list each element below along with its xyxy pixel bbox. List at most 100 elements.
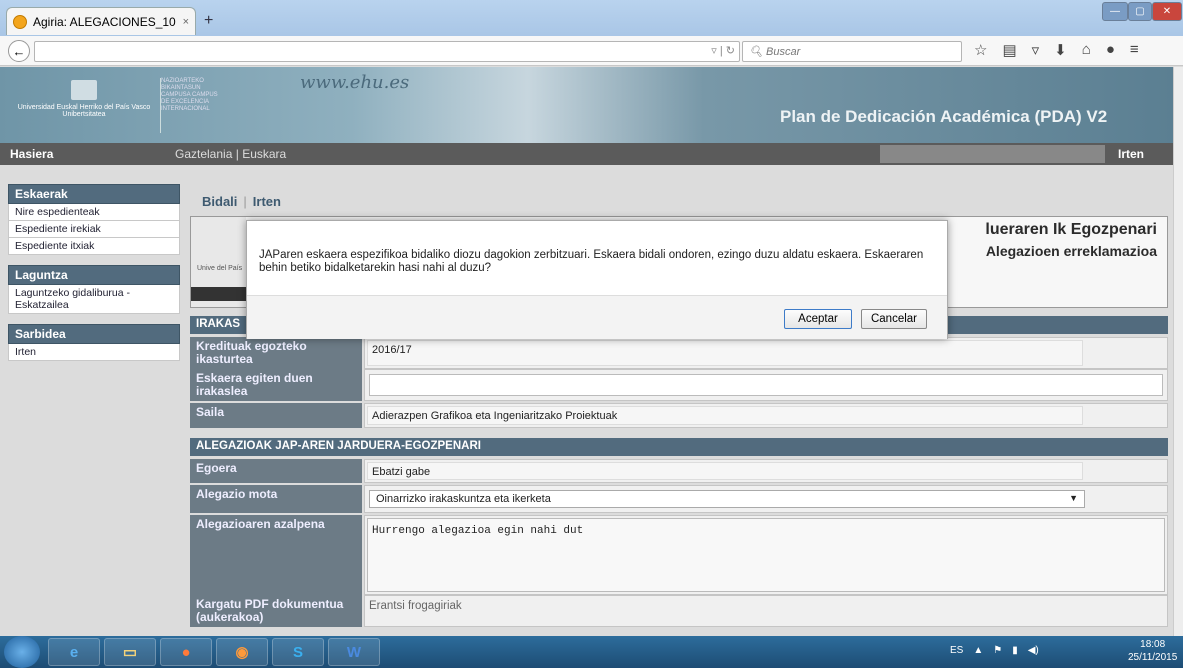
lang-eu-link[interactable]: Euskara — [242, 147, 286, 161]
label-egoera: Egoera — [190, 459, 362, 483]
value-saila: Adierazpen Grafikoa eta Ingeniaritzako P… — [364, 403, 1168, 428]
exit-link[interactable]: Irten — [253, 194, 281, 209]
browser-toolbar: ☆ ▤ ▿ ⬇ ⌂ ● ≡ — [974, 41, 1139, 59]
start-button[interactable] — [4, 636, 40, 668]
value-ikasturtea: 2016/17 — [364, 337, 1168, 369]
label-saila: Saila — [190, 403, 362, 428]
action-links: Bidali | Irten — [202, 194, 281, 209]
sidebar: Eskaerak Nire espedienteak Espediente ir… — [8, 184, 180, 361]
system-tray: ES ▲ ⚑ ▮ ◀) — [950, 645, 1039, 656]
back-button[interactable]: ← — [8, 40, 30, 62]
firefox-icon[interactable]: ◉ — [216, 638, 268, 666]
app-title: Plan de Dedicación Académica (PDA) V2 — [780, 107, 1108, 126]
user-name-box — [880, 145, 1105, 163]
new-tab-button[interactable]: + — [204, 12, 213, 30]
value-azalpena: Hurrengo alegazioa egin nahi dut — [364, 515, 1168, 595]
www-text: www.ehu.es — [300, 72, 410, 93]
azalpena-textarea[interactable]: Hurrengo alegazioa egin nahi dut — [367, 518, 1165, 592]
panel-logo-text: Unive del País — [197, 265, 243, 272]
alegazio-mota-selected: Oinarrizko irakaskuntza eta ikerketa — [376, 493, 551, 505]
logo-text: Universidad Euskal Herriko del País Vasc… — [17, 104, 151, 118]
download-icon[interactable]: ⬇ — [1054, 41, 1067, 59]
close-window-button[interactable]: ✕ — [1152, 2, 1182, 21]
clock-date: 25/11/2015 — [1128, 652, 1178, 663]
pocket-icon[interactable]: ▿ — [1032, 41, 1040, 59]
home-icon[interactable]: ⌂ — [1082, 41, 1091, 59]
language-indicator[interactable]: ES — [950, 645, 963, 656]
panel-logo-bar — [191, 287, 246, 301]
minimize-button[interactable]: — — [1102, 2, 1128, 21]
network-icon[interactable]: ▮ — [1012, 645, 1018, 656]
search-input[interactable]: 🔍︎ Buscar — [742, 41, 962, 62]
panel-logo: Unive del País — [191, 217, 246, 307]
value-pdf: Erantsi frogagiriak — [364, 595, 1168, 627]
dialog-message: JAParen eskaera espezifikoa bidaliko dio… — [259, 249, 924, 274]
ikasturtea-text: 2016/17 — [367, 340, 1083, 366]
tray-arrow-icon[interactable]: ▲ — [973, 645, 983, 656]
saila-text: Adierazpen Grafikoa eta Ingeniaritzako P… — [367, 406, 1083, 425]
document-subtitle: Alegazioen erreklamazioa — [985, 243, 1157, 259]
search-placeholder: Buscar — [766, 46, 801, 58]
browser-tab[interactable]: Agiria: ALEGACIONES_10 - ... × — [6, 7, 196, 35]
volume-icon[interactable]: ◀) — [1028, 645, 1039, 656]
section-alegazioak: ALEGAZIOAK JAP-AREN JARDUERA-EGOZPENARI — [190, 438, 1168, 456]
label-alegazio-mota: Alegazio mota — [190, 485, 362, 513]
chevron-down-icon: ▼ — [1069, 493, 1078, 503]
tab-close-icon[interactable]: × — [183, 16, 189, 28]
sidebar-item-espediente-itxiak[interactable]: Espediente itxiak — [8, 238, 180, 255]
value-irakaslea — [364, 369, 1168, 401]
sidebar-item-espediente-irekiak[interactable]: Espediente irekiak — [8, 221, 180, 238]
egoera-text: Ebatzi gabe — [367, 462, 1083, 480]
windows-taskbar: e ▭ ● ◉ S W ES ▲ ⚑ ▮ ◀) 18:08 25/11/2015 — [0, 636, 1183, 668]
skype-icon[interactable]: S — [272, 638, 324, 666]
menu-home[interactable]: Hasiera — [10, 147, 53, 161]
document-title: lueraren Ik Egozpenari — [985, 221, 1157, 238]
language-switch: Gaztelania | Euskara — [175, 147, 286, 161]
label-pdf: Kargatu PDF dokumentua (aukerakoa) — [190, 595, 362, 627]
clock[interactable]: 18:08 25/11/2015 — [1128, 638, 1177, 664]
sidebar-section-eskaerak: Eskaerak — [8, 184, 180, 204]
file-explorer-icon[interactable]: ▭ — [104, 638, 156, 666]
outlook-icon[interactable]: ● — [160, 638, 212, 666]
menu-logout[interactable]: Irten — [1118, 147, 1144, 161]
action-separator: | — [243, 194, 247, 209]
alegazio-mota-select[interactable]: Oinarrizko irakaskuntza eta ikerketa ▼ — [369, 490, 1085, 508]
attach-proof-link[interactable]: Erantsi frogagiriak — [369, 600, 462, 612]
bookmark-star-icon[interactable]: ☆ — [974, 41, 987, 59]
top-menu: Hasiera Gaztelania | Euskara Irten — [0, 143, 1173, 165]
internet-explorer-icon[interactable]: e — [48, 638, 100, 666]
irakaslea-text — [369, 374, 1163, 396]
label-ikasturtea: Kredituak egozteko ikasturtea — [190, 337, 362, 369]
sidebar-section-sarbidea: Sarbidea — [8, 324, 180, 344]
confirm-dialog: JAParen eskaera espezifikoa bidaliko dio… — [246, 220, 948, 339]
sidebar-item-gidaliburua[interactable]: Laguntzeko gidaliburua - Eskatzailea — [8, 285, 180, 314]
accept-button[interactable]: Aceptar — [784, 309, 852, 329]
hamburger-menu-icon[interactable]: ≡ — [1130, 41, 1139, 59]
maximize-button[interactable]: ▢ — [1128, 2, 1152, 21]
label-azalpena: Alegazioaren azalpena — [190, 515, 362, 595]
campus-logo: NAZIOARTEKO BIKAINTASUN CAMPUSA CAMPUS D… — [160, 78, 220, 133]
bookmarks-list-icon[interactable]: ▤ — [1002, 41, 1016, 59]
word-icon[interactable]: W — [328, 638, 380, 666]
dialog-footer: Aceptar Cancelar — [247, 295, 947, 339]
search-icon: 🔍︎ — [749, 46, 767, 58]
url-bar[interactable]: ▿ | ↻ — [34, 41, 740, 62]
cancel-button[interactable]: Cancelar — [861, 309, 927, 329]
lang-separator: | — [235, 147, 239, 161]
reload-icon[interactable]: ▿ | ↻ — [711, 44, 735, 57]
value-alegazio-mota: Oinarrizko irakaskuntza eta ikerketa ▼ — [364, 485, 1168, 513]
page-scrollbar[interactable] — [1173, 67, 1183, 636]
sidebar-section-laguntza: Laguntza — [8, 265, 180, 285]
sidebar-item-nire-espedienteak[interactable]: Nire espedienteak — [8, 204, 180, 221]
lang-es-link[interactable]: Gaztelania — [175, 147, 232, 161]
value-egoera: Ebatzi gabe — [364, 459, 1168, 483]
tab-title: Agiria: ALEGACIONES_10 - ... — [33, 14, 177, 29]
university-logo: Universidad Euskal Herriko del País Vasc… — [14, 80, 154, 130]
sidebar-item-irten[interactable]: Irten — [8, 344, 180, 361]
send-link[interactable]: Bidali — [202, 194, 237, 209]
flag-icon[interactable]: ⚑ — [993, 645, 1002, 656]
favicon-icon — [13, 14, 27, 29]
chat-icon[interactable]: ● — [1106, 41, 1115, 59]
label-irakaslea: Eskaera egiten duen irakaslea — [190, 369, 362, 401]
clock-time: 18:08 — [1140, 639, 1166, 650]
